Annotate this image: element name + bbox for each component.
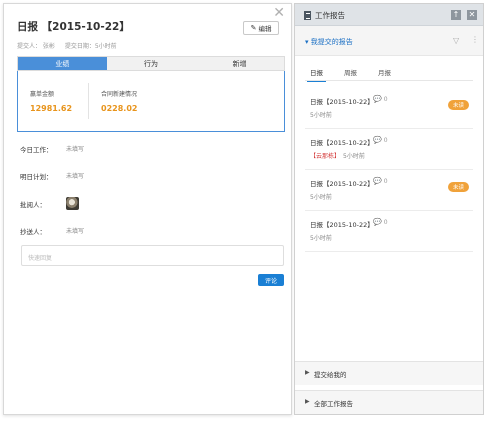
my-submitted-label: ▾ 我提交的报告 — [305, 38, 353, 46]
reviewer-avatar[interactable] — [66, 197, 79, 210]
report-icon — [304, 11, 311, 20]
quick-reply-input[interactable]: 快速回复 — [21, 245, 284, 266]
item-time: 【云那栋】 5小时前 — [310, 153, 365, 160]
detail-tabs: 业绩 行为 新增 — [17, 56, 285, 71]
tab-behavior[interactable]: 行为 — [107, 57, 196, 70]
item-tag: 【云那栋】 — [310, 153, 341, 160]
cc-field: 抄送人： 未填写 — [20, 226, 84, 236]
work-report-panel: 工作报告 ↑ ✕ ▾ 我提交的报告 ▽ ⋮ 日报 周报 月报 日报【2015-1… — [294, 3, 484, 415]
submit-date: 提交日期：5小时前 — [64, 43, 117, 50]
comment-count: 💬 0 — [373, 95, 388, 103]
close-icon[interactable]: ✕ — [467, 10, 477, 20]
comment-count: 💬 0 — [373, 177, 388, 185]
filter-icon[interactable]: ▽ — [453, 36, 459, 45]
all-reports-section[interactable]: ▶ 全部工作报告 — [295, 390, 483, 414]
cc-label: 抄送人： — [20, 228, 46, 236]
item-time: 5小时前 — [310, 194, 332, 201]
list-item[interactable]: 日报【2015-10-22】 💬 0 5小时前 未读 — [305, 170, 473, 211]
my-submitted-section[interactable]: ▾ 我提交的报告 ▽ ⋮ — [295, 26, 483, 56]
item-title: 日报【2015-10-22】 — [310, 221, 374, 229]
stat-contracts: 合同新建情况 0228.02 — [88, 83, 137, 119]
divider — [305, 80, 473, 81]
chevron-right-icon: ▶ — [305, 398, 310, 405]
edit-label: 编辑 — [258, 25, 272, 33]
today-work-value: 未填写 — [66, 146, 85, 153]
report-title: 日报 【2015-10-22】 — [17, 21, 130, 33]
submitted-to-me-label: 提交给我的 — [314, 371, 347, 379]
tomorrow-plan-value: 未填写 — [66, 173, 85, 180]
item-time: 5小时前 — [310, 235, 332, 242]
reviewer-label: 批阅人： — [20, 201, 46, 209]
comment-icon: 💬 — [373, 218, 382, 226]
submitted-to-me-section[interactable]: ▶ 提交给我的 — [295, 361, 483, 385]
today-work-field: 今日工作： 未填写 — [20, 144, 84, 154]
tomorrow-plan-label: 明日计划： — [20, 173, 53, 181]
stat-label: 合同新建情况 — [101, 91, 138, 98]
comment-icon: 💬 — [373, 95, 382, 103]
comment-icon: 💬 — [373, 136, 382, 144]
all-reports-label: 全部工作报告 — [314, 400, 353, 408]
panel-title-text: 工作报告 — [315, 11, 345, 20]
panel-title: 工作报告 — [304, 10, 345, 21]
list-item[interactable]: 日报【2015-10-22】 💬 0 5小时前 — [305, 211, 473, 252]
item-time: 5小时前 — [310, 112, 332, 119]
comment-count: 💬 0 — [373, 136, 388, 144]
comment-button[interactable]: 评论 — [258, 274, 284, 286]
stat-label: 赢单金额 — [30, 91, 55, 98]
item-title: 日报【2015-10-22】 — [310, 180, 374, 188]
item-title: 日报【2015-10-22】 — [310, 139, 374, 147]
tab-new[interactable]: 新增 — [195, 57, 284, 70]
more-icon[interactable]: ⋮ — [471, 35, 479, 44]
comment-icon: 💬 — [373, 177, 382, 185]
chevron-right-icon: ▶ — [305, 369, 310, 376]
tab-performance[interactable]: 业绩 — [18, 57, 107, 70]
close-icon[interactable]: ✕ — [273, 6, 285, 20]
list-item[interactable]: 日报【2015-10-22】 💬 0 【云那栋】 5小时前 — [305, 129, 473, 170]
stat-win-amount: 赢单金额 12981.62 — [18, 89, 72, 113]
comment-count: 💬 0 — [373, 218, 388, 226]
edit-icon: ✎ — [250, 24, 257, 32]
report-meta: 提交人： 张彬 提交日期：5小时前 — [17, 41, 117, 50]
unread-badge: 未读 — [447, 100, 469, 110]
stat-value: 0228.02 — [101, 104, 138, 113]
reviewer-field: 批阅人： — [20, 199, 46, 209]
today-work-label: 今日工作： — [20, 146, 53, 154]
cc-value: 未填写 — [66, 228, 85, 235]
report-detail-panel: ✕ 日报 【2015-10-22】 ✎ 编辑 提交人： 张彬 提交日期：5小时前… — [3, 3, 292, 415]
tomorrow-plan-field: 明日计划： 未填写 — [20, 171, 84, 181]
item-title: 日报【2015-10-22】 — [310, 98, 374, 106]
stat-value: 12981.62 — [30, 104, 73, 113]
stats-box: 赢单金额 12981.62 合同新建情况 0228.02 — [17, 71, 285, 132]
panel-header: 工作报告 ↑ ✕ — [295, 4, 483, 26]
unread-badge: 未读 — [447, 182, 469, 192]
submitter: 提交人： 张彬 — [17, 43, 55, 50]
upload-icon[interactable]: ↑ — [451, 10, 461, 20]
edit-button[interactable]: ✎ 编辑 — [243, 21, 279, 35]
list-item[interactable]: 日报【2015-10-22】 💬 0 5小时前 未读 — [305, 88, 473, 129]
